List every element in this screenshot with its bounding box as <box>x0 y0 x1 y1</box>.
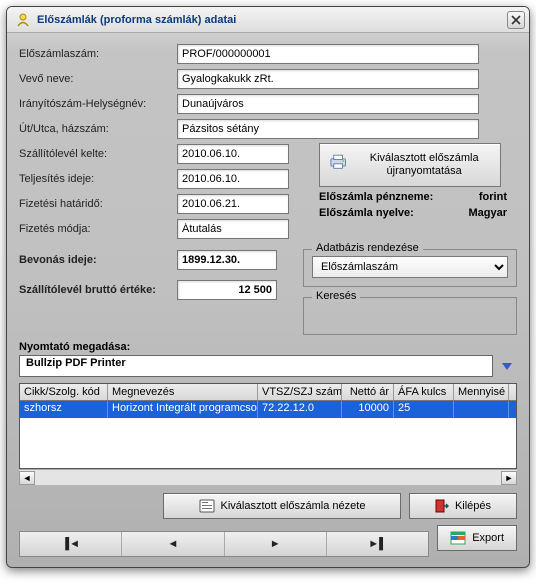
close-button[interactable] <box>507 11 525 29</box>
col-vtsz[interactable]: VTSZ/SZJ szám <box>258 384 342 400</box>
window: Előszámlák (proforma számlák) adatai Elő… <box>6 6 530 568</box>
input-fizetes-modja[interactable] <box>177 219 289 239</box>
exit-button[interactable]: Kilépés <box>409 493 517 519</box>
window-title: Előszámlák (proforma számlák) adatai <box>37 14 507 26</box>
col-mennyiseg[interactable]: Mennyisé <box>454 384 509 400</box>
exit-label: Kilépés <box>455 500 491 512</box>
col-afa[interactable]: ÁFA kulcs <box>394 384 454 400</box>
currency-label: Előszámla pénzneme: <box>319 191 433 203</box>
printer-icon <box>328 153 348 177</box>
view-icon <box>199 499 215 513</box>
label-vevo-neve: Vevő neve: <box>19 73 177 85</box>
cell-vtsz: 72.22.12.0 <box>258 401 342 418</box>
label-bevonas-ideje: Bevonás ideje: <box>19 254 177 266</box>
label-szallitolevel-kelte: Szállítólevél kelte: <box>19 148 177 160</box>
grid-body: szhorsz Horizont Integrált programcso 72… <box>20 401 516 468</box>
grid-header: Cikk/Szolg. kód Megnevezés VTSZ/SZJ szám… <box>20 384 516 401</box>
label-ut-utca: Út/Utca, házszám: <box>19 123 177 135</box>
input-bevonas-ideje[interactable] <box>177 250 277 270</box>
export-icon <box>450 531 466 545</box>
nav-prev[interactable]: ◄ <box>122 538 223 550</box>
export-button[interactable]: Export <box>437 525 517 551</box>
language-value: Magyar <box>468 207 507 219</box>
input-ut-utca[interactable] <box>177 119 479 139</box>
sort-legend: Adatbázis rendezése <box>312 242 423 254</box>
col-netto[interactable]: Nettó ár <box>342 384 394 400</box>
grid-hscroll[interactable]: ◄ ► <box>19 469 517 485</box>
cell-megn: Horizont Integrált programcso <box>108 401 258 418</box>
search-legend: Keresés <box>312 290 360 302</box>
scroll-right-icon[interactable]: ► <box>501 471 517 485</box>
cell-afa: 25 <box>394 401 454 418</box>
sort-group: Adatbázis rendezése Előszámlaszám <box>303 249 517 287</box>
label-teljesites-ideje: Teljesítés ideje: <box>19 173 177 185</box>
currency-value: forint <box>479 191 507 203</box>
input-eloszamlaszam[interactable] <box>177 44 479 64</box>
export-label: Export <box>472 532 504 544</box>
dropdown-icon[interactable] <box>497 356 517 376</box>
label-eloszamlaszam: Előszámlaszám: <box>19 48 177 60</box>
table-row[interactable]: szhorsz Horizont Integrált programcso 72… <box>20 401 516 418</box>
input-fizetesi-hatarido[interactable] <box>177 194 289 214</box>
label-brutto: Szállítólevél bruttó értéke: <box>19 284 177 296</box>
input-teljesites-ideje[interactable] <box>177 169 289 189</box>
printer-label: Nyomtató megadása: <box>19 341 517 353</box>
input-brutto[interactable] <box>177 280 277 300</box>
cell-netto: 10000 <box>342 401 394 418</box>
titlebar: Előszámlák (proforma számlák) adatai <box>7 7 529 33</box>
nav-first[interactable]: ▐◄ <box>20 538 121 550</box>
input-iranyitoszam[interactable] <box>177 94 479 114</box>
col-megnevezes[interactable]: Megnevezés <box>108 384 258 400</box>
label-fizetes-modja: Fizetés módja: <box>19 223 177 235</box>
col-kod[interactable]: Cikk/Szolg. kód <box>20 384 108 400</box>
sort-select[interactable]: Előszámlaszám <box>312 256 508 278</box>
label-iranyitoszam: Irányítószám-Helységnév: <box>19 98 177 110</box>
printer-select[interactable]: Bullzip PDF Printer <box>19 355 493 377</box>
cell-menny <box>454 401 509 418</box>
nav-next[interactable]: ► <box>225 538 326 550</box>
language-label: Előszámla nyelve: <box>319 207 414 219</box>
view-button[interactable]: Kiválasztott előszámla nézete <box>163 493 401 519</box>
nav-last[interactable]: ►▌ <box>327 538 428 550</box>
cell-kod: szhorsz <box>20 401 108 418</box>
reprint-label: Kiválasztott előszámla újranyomtatása <box>356 152 492 178</box>
line-items-grid[interactable]: Cikk/Szolg. kód Megnevezés VTSZ/SZJ szám… <box>19 383 517 469</box>
label-fizetesi-hatarido: Fizetési határidő: <box>19 198 177 210</box>
language-info: Előszámla nyelve: Magyar <box>319 207 517 219</box>
content: Előszámlaszám: Vevő neve: Irányítószám-H… <box>7 33 529 567</box>
scroll-left-icon[interactable]: ◄ <box>19 471 35 485</box>
record-navigator: ▐◄ ◄ ► ►▌ <box>19 531 429 557</box>
exit-icon <box>435 499 449 513</box>
currency-info: Előszámla pénzneme: forint <box>319 191 517 203</box>
app-icon <box>15 12 31 28</box>
input-szallitolevel-kelte[interactable] <box>177 144 289 164</box>
reprint-button[interactable]: Kiválasztott előszámla újranyomtatása <box>319 143 501 187</box>
input-vevo-neve[interactable] <box>177 69 479 89</box>
search-group: Keresés <box>303 297 517 335</box>
view-label: Kiválasztott előszámla nézete <box>221 500 366 512</box>
